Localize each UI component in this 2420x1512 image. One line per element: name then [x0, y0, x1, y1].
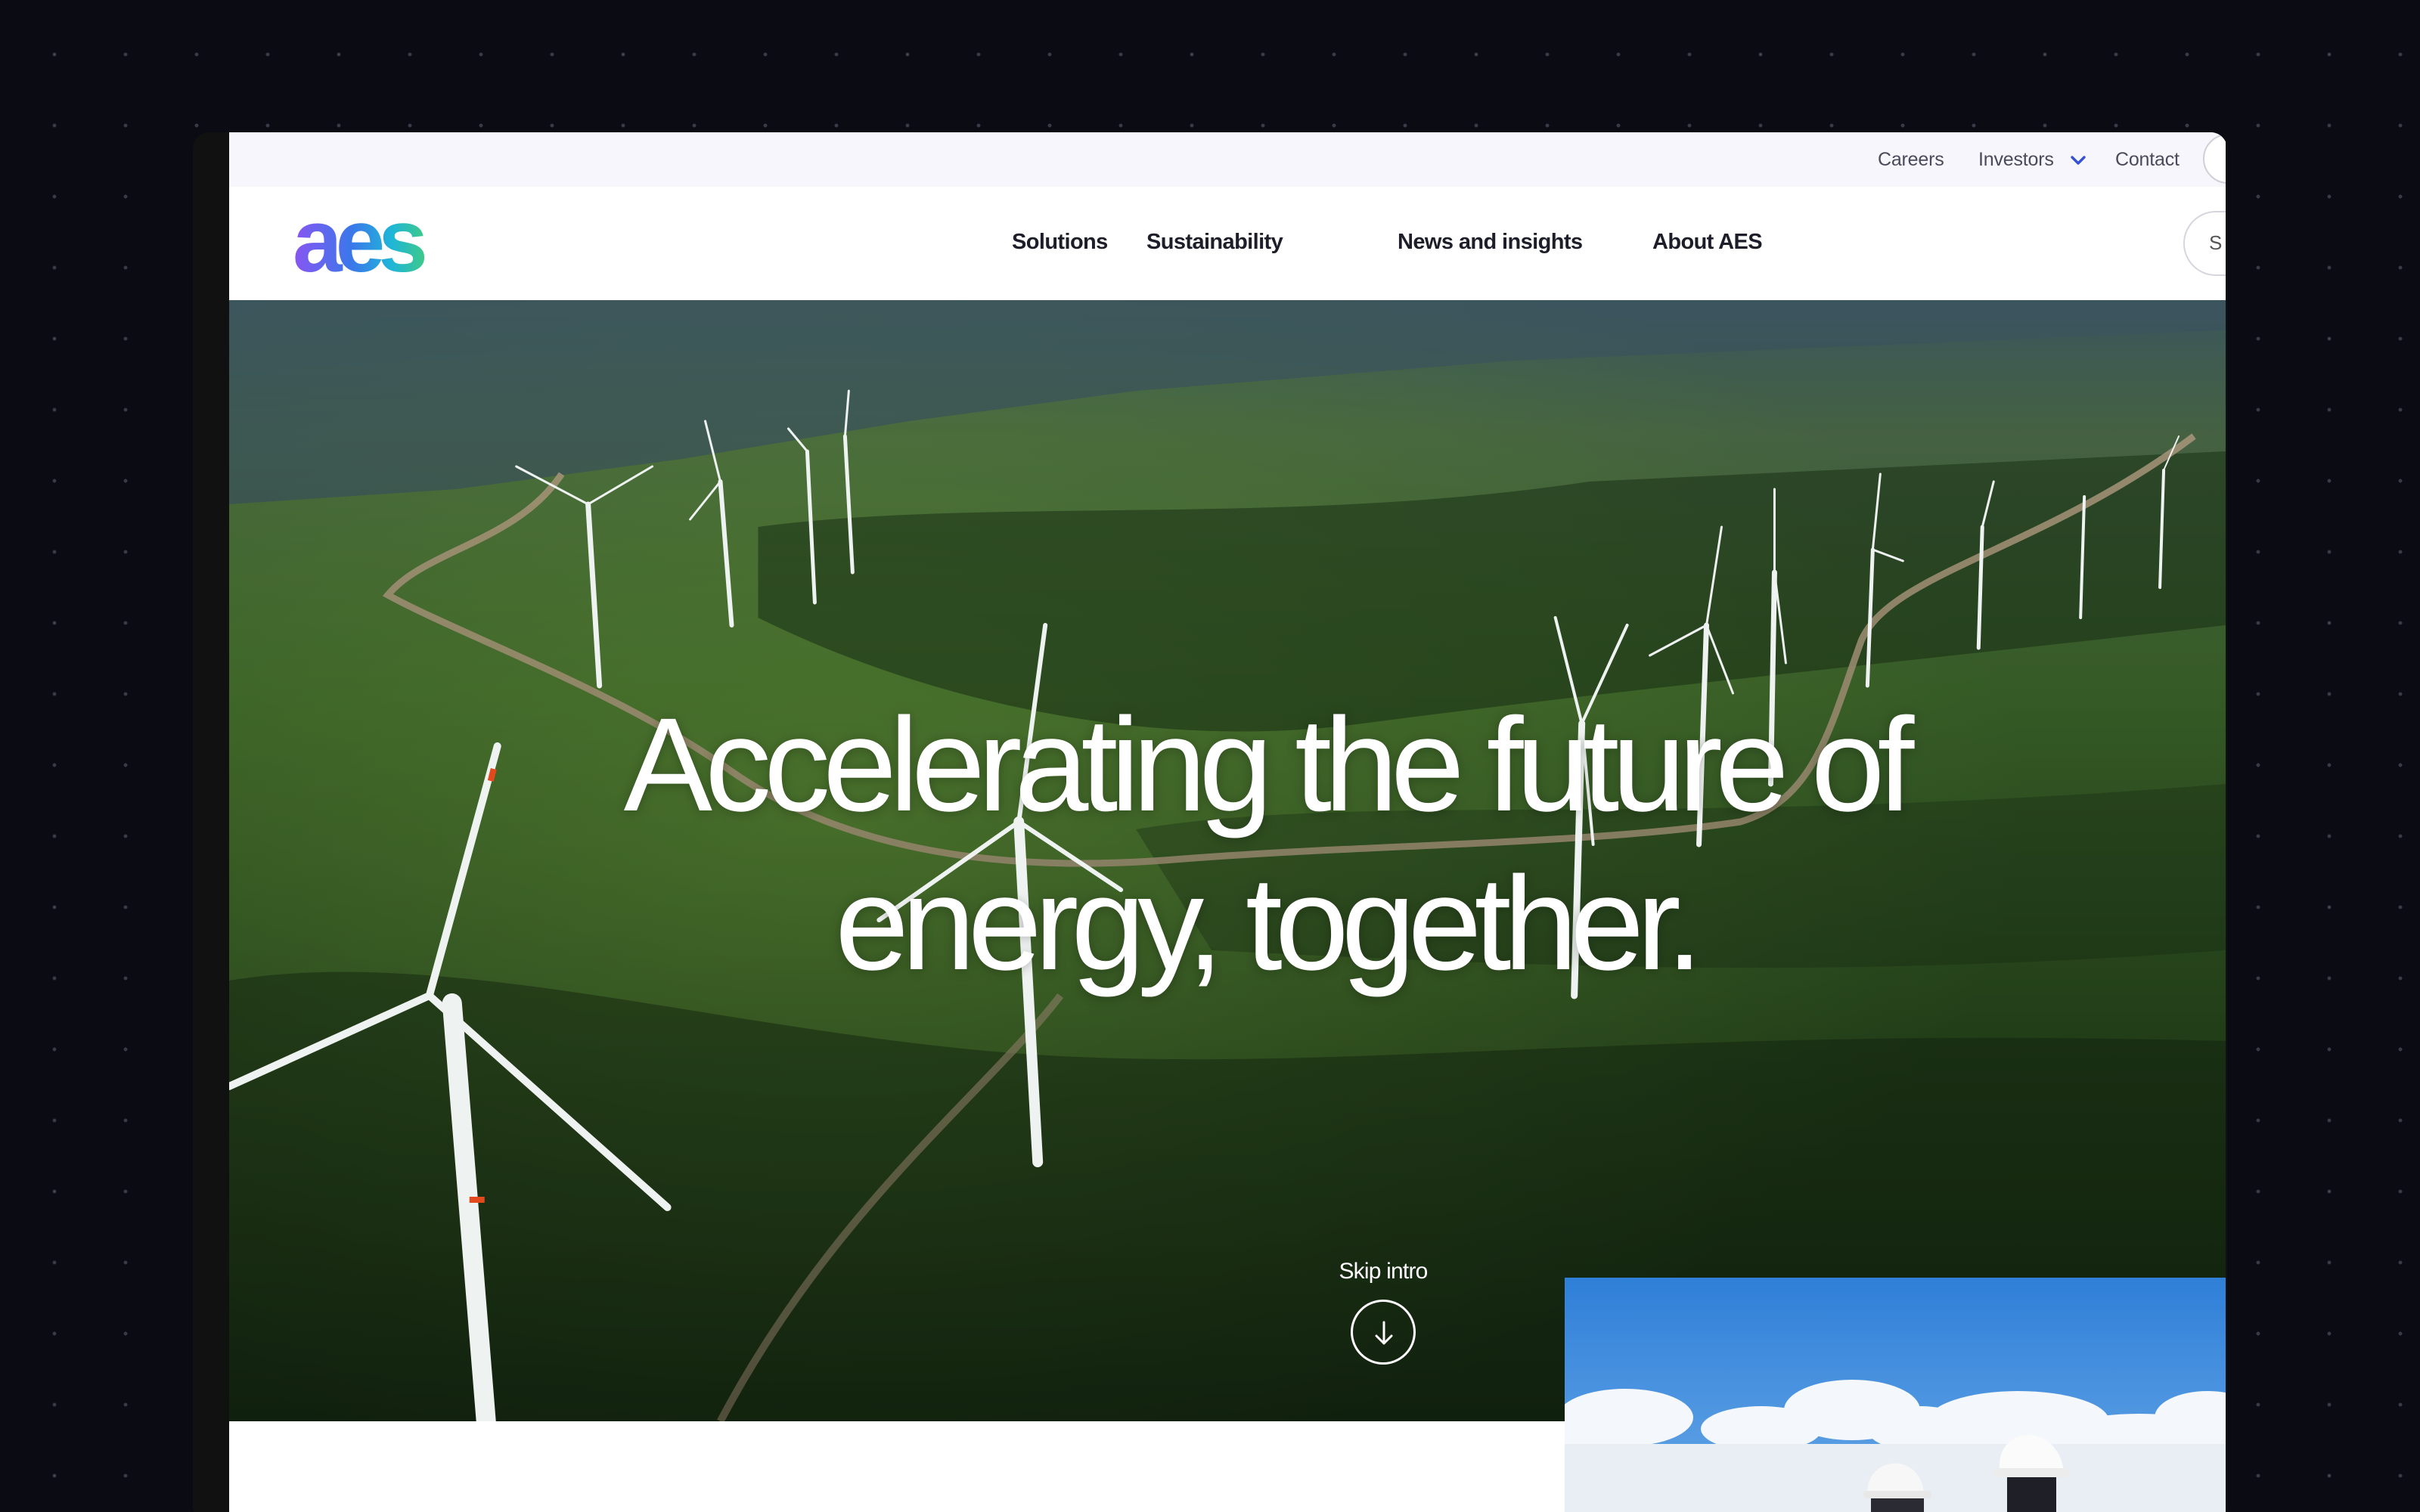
workers-photo — [1565, 1278, 2226, 1512]
browser-frame: Careers Investors Contact aes Solutions … — [193, 132, 2227, 1512]
website: Careers Investors Contact aes Solutions … — [229, 132, 2226, 1512]
search-button[interactable]: S — [2183, 211, 2226, 276]
frame-edge — [193, 132, 229, 1512]
language-selector[interactable] — [2203, 134, 2226, 184]
chevron-down-icon[interactable] — [2067, 149, 2090, 172]
aes-logo[interactable]: aes — [293, 208, 451, 284]
nav-news-and-insights[interactable]: News and insights — [1398, 225, 1583, 259]
hero-headline: Accelerating the future of energy, toget… — [623, 691, 1915, 998]
nav-about-aes[interactable]: About AES — [1652, 225, 1763, 259]
careers-link[interactable]: Careers — [1878, 145, 1944, 174]
skip-intro[interactable]: Skip intro — [1339, 1259, 1428, 1365]
svg-text:aes: aes — [293, 208, 424, 284]
arrow-down-icon — [1375, 1321, 1393, 1345]
skip-intro-button[interactable] — [1351, 1300, 1416, 1365]
main-navigation: aes Solutions Sustainability News and in… — [229, 187, 2226, 300]
nav-solutions[interactable]: Solutions — [1012, 225, 1108, 259]
hero-section: Accelerating the future of energy, toget… — [229, 300, 2226, 1421]
nav-sustainability[interactable]: Sustainability — [1146, 225, 1283, 259]
search-icon: S — [2209, 231, 2223, 254]
workers-photo-image — [1565, 1278, 2226, 1512]
skip-intro-label: Skip intro — [1339, 1259, 1428, 1284]
utility-bar: Careers Investors Contact — [229, 132, 2226, 187]
contact-link[interactable]: Contact — [2115, 145, 2180, 174]
investors-link[interactable]: Investors — [1978, 145, 2054, 174]
